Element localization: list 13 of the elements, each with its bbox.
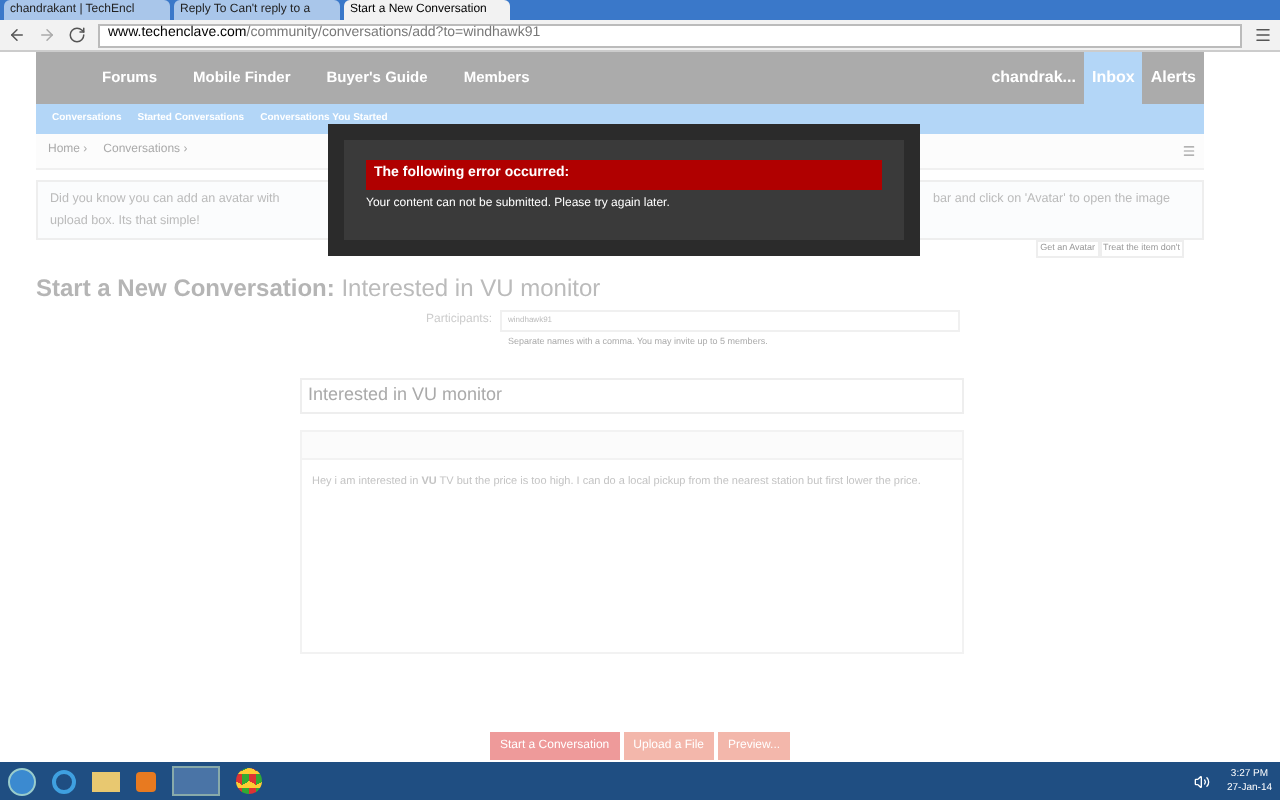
page-heading-title: Interested in VU monitor	[341, 273, 601, 302]
user-nav-link[interactable]: chandrak...	[983, 52, 1084, 104]
media-player-icon[interactable]	[136, 771, 156, 791]
menu-icon[interactable]	[1254, 26, 1272, 44]
reload-icon[interactable]	[68, 26, 86, 44]
user-nav-link[interactable]: Inbox	[1083, 52, 1143, 104]
back-icon[interactable]	[8, 26, 26, 44]
subject-field[interactable]: Interested in VU monitor	[300, 377, 964, 413]
user-nav-link[interactable]: Alerts	[1142, 52, 1204, 104]
page-heading: Start a New Conversation:	[36, 273, 337, 302]
volume-icon[interactable]	[1194, 773, 1211, 789]
start-button[interactable]	[8, 767, 36, 795]
folder-icon[interactable]	[92, 771, 120, 791]
